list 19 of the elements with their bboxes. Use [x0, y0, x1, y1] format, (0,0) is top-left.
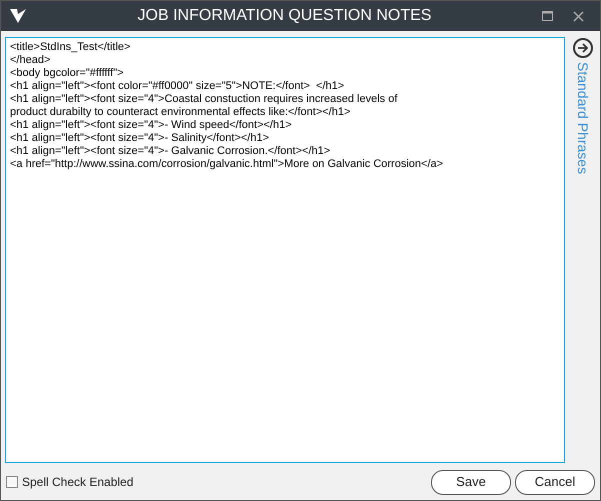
close-icon[interactable]: [573, 10, 584, 22]
code-line: <a href="http://www.ssina.com/corrosion/galvanic.html">More on Galvanic Corrosion</a>: [10, 158, 444, 171]
code-line: <h1 align="left"><font size="4">Coastal constuction requires increased levels of: [10, 93, 398, 106]
code-line: <h1 align="left"><font size="4">- Galvanic Corrosion.</font></h1>: [10, 145, 330, 158]
maximize-icon[interactable]: [542, 11, 553, 21]
code-line: <title>StdIns_Test</title>: [10, 41, 130, 54]
code-line: </head>: [10, 54, 50, 67]
window-title: JOB INFORMATION QUESTION NOTES: [136, 6, 432, 26]
code-line: product durabilty to counteract environmental effects like:</font></h1>: [10, 106, 350, 119]
spell-check-label: Spell Check Enabled: [22, 474, 134, 491]
spell-check-checkbox[interactable]: [6, 476, 18, 488]
logo-icon: [9, 8, 27, 24]
code-line: <h1 align="left"><font color="#ff0000" size="5">NOTE:</font> </h1>: [10, 80, 344, 93]
code-line: <h1 align="left"><font size="4">- Wind speed</font></h1>: [10, 119, 292, 132]
code-line: <body bgcolor="#ffffff">: [10, 67, 124, 80]
cancel-button[interactable]: Cancel: [515, 470, 595, 494]
code-line: <h1 align="left"><font size="4">- Salinity</font></h1>: [10, 132, 270, 145]
text-editor[interactable]: [5, 37, 565, 463]
save-button[interactable]: Save: [431, 470, 511, 494]
